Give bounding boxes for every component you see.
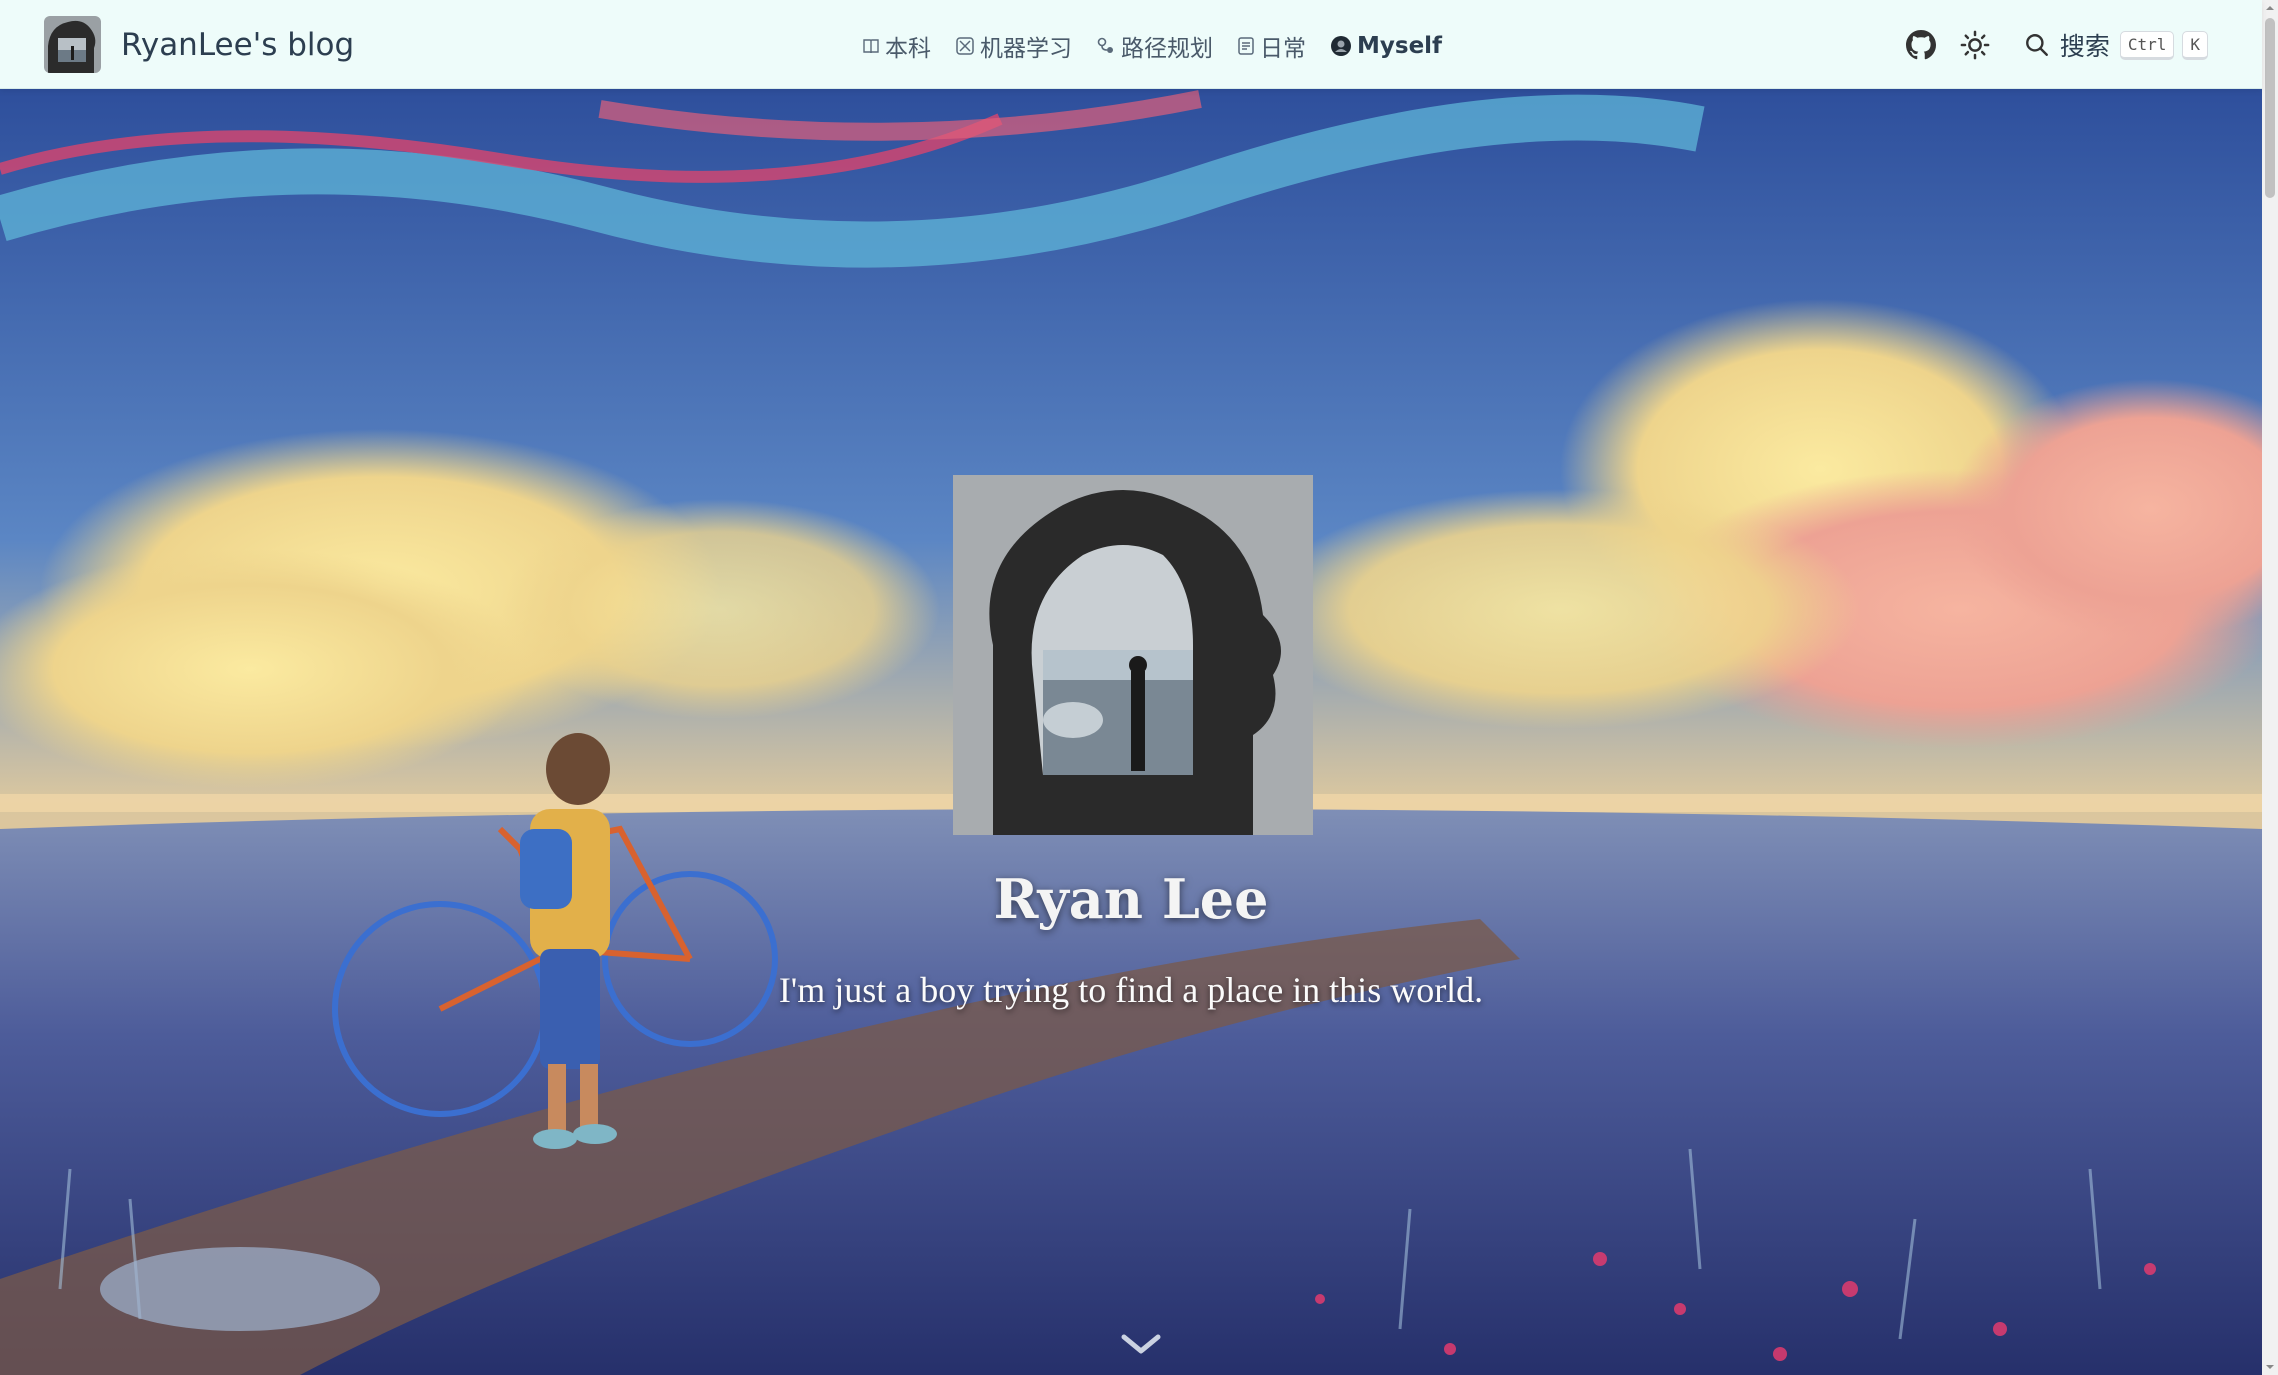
book-icon [863,39,879,54]
nav-label-ml: 机器学习 [980,36,1072,62]
author-avatar-image [953,475,1313,835]
github-icon [1905,30,1936,60]
navbar: RyanLee's blog 本科 机器学习 路径规划 日常 Myself 搜索… [0,0,2262,89]
nav-label-daily: 日常 [1260,36,1306,62]
nav-label-myself: Myself [1357,33,1443,59]
note-icon [1238,37,1254,55]
sun-icon [1960,30,1990,60]
hero-section: Ryan Lee I'm just a boy trying to find a… [0,89,2262,1375]
search-label: 搜索 [2059,32,2110,61]
scroll-down-arrow-icon[interactable] [2265,1362,2275,1372]
route-icon [1097,37,1113,53]
author-avatar [953,475,1313,835]
search-button[interactable]: 搜索 Ctrl K [2024,27,2208,63]
nav-item-daily[interactable]: 日常 [1237,29,1306,63]
toolbar: 搜索 Ctrl K [1890,22,2208,68]
nav-item-ml[interactable]: 机器学习 [955,29,1072,63]
nav-label-undergrad: 本科 [885,36,931,62]
main-nav: 本科 机器学习 路径规划 日常 Myself [862,26,1466,66]
hero-name: Ryan Lee [993,867,1269,931]
nav-item-path-planning[interactable]: 路径规划 [1096,29,1213,63]
github-link[interactable] [1898,22,1944,68]
nav-item-myself[interactable]: Myself [1330,33,1442,59]
chevron-down-icon [1121,1334,1161,1354]
theme-toggle-button[interactable] [1952,22,1998,68]
hero-tagline: I'm just a boy trying to find a place in… [778,970,1484,1010]
scroll-up-arrow-icon[interactable] [2265,3,2275,13]
search-shortcut-k: K [2182,30,2208,60]
nav-item-undergrad[interactable]: 本科 [862,29,931,63]
brand-link[interactable]: RyanLee's blog [44,16,354,73]
search-shortcut-ctrl: Ctrl [2119,30,2175,60]
nav-label-path-planning: 路径规划 [1121,36,1213,62]
search-icon [2025,34,2048,56]
ml-icon [956,37,974,55]
scrollbar-thumb[interactable] [2265,18,2275,198]
profile-icon [1331,36,1351,56]
scroll-down-button[interactable] [1118,1329,1164,1361]
avatar-logo-icon [44,16,101,73]
page-scrollbar[interactable] [2262,0,2278,1375]
brand-name: RyanLee's blog [121,26,355,63]
